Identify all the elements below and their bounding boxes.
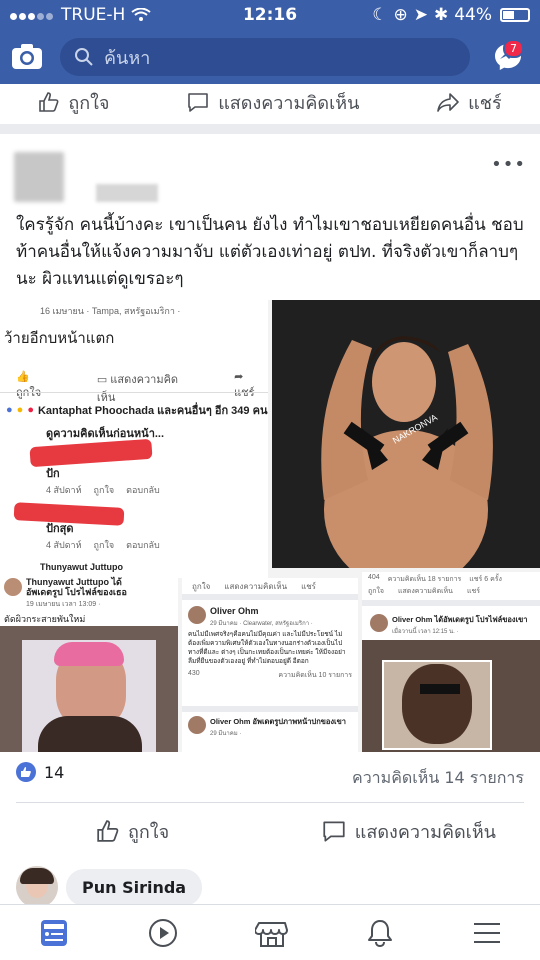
panel-comment-2: ปักสุด [46, 523, 74, 535]
comment-label: แสดงความคิดเห็น [354, 821, 496, 843]
panel-reacts: 430 [188, 670, 200, 677]
comment-item: Pun Sirinda [16, 866, 203, 908]
panel-text: คนไม่มีเพศจริงๆคือคนไม่มีคุณค่า และไม่มี… [188, 631, 346, 665]
panel-comment-2-meta: 4 สัปดาห์ ถูกใจ ตอบกลับ [46, 540, 160, 550]
commenter-avatar[interactable] [16, 866, 58, 908]
share-button[interactable]: แชร์ [436, 88, 502, 117]
signal-icon [10, 5, 55, 25]
like-button[interactable]: ถูกใจ [96, 817, 169, 846]
battery-label: 44% [454, 5, 492, 25]
panel-post-text: ว้ายอีกบหน้าแตก [4, 330, 115, 347]
battery-icon [500, 8, 530, 22]
bottom-tab-bar [0, 904, 540, 960]
comment-icon [323, 821, 345, 842]
reaction-summary[interactable]: 14 [16, 762, 64, 782]
post-header: ••• [0, 148, 540, 208]
panel-avatar [4, 578, 22, 596]
screenshot-post-panel: 16 เมษายน · Tampa, สหรัฐอเมริกา · ว้ายอี… [0, 300, 268, 578]
panel-name: Thunyawut Juttupo ได้อัพเดตรูป โปรไฟล์ขอ… [26, 577, 127, 597]
eye-censor-bar [420, 684, 460, 694]
oliver-profile-panel: 404 ความคิดเห็น 18 รายการ แชร์ 6 ครั้ง ถูก… [362, 572, 540, 752]
panel-avatar [370, 614, 388, 632]
panel-next-commenter: Thunyawut Juttupo [40, 562, 123, 572]
marketplace-icon[interactable] [254, 917, 289, 949]
panel-actions: ถูกใจ แสดงความคิดเห็น แชร์ [368, 588, 480, 595]
panel-actions: ถูกใจ แสดงความคิดเห็น แชร์ [192, 582, 316, 591]
feed-divider [0, 124, 540, 134]
news-feed-icon[interactable] [38, 917, 70, 949]
thumbs-up-icon [97, 820, 119, 842]
prev-post-actions: ถูกใจ แสดงความคิดเห็น แชร์ [0, 86, 540, 118]
bluetooth-icon: ✱ [433, 5, 449, 25]
divider [16, 802, 524, 803]
panel-name: Oliver Ohm ได้อัพเดตรูป โปรไฟล์ของเขา [392, 615, 528, 624]
menu-icon[interactable] [472, 919, 502, 947]
like-label: ถูกใจ [128, 821, 170, 843]
location-icon: ➤ [413, 5, 428, 25]
panel-comment-count: ความคิดเห็น 10 รายการ [278, 672, 352, 679]
like-reaction-icon [16, 762, 36, 782]
search-icon [75, 48, 93, 66]
watch-video-icon[interactable] [147, 917, 179, 949]
status-bar: TRUE-H 12:16 ☾ ⊕ ➤ ✱ 44% [0, 0, 540, 30]
comment-icon [188, 93, 208, 112]
profile-photo [362, 640, 540, 752]
panel-meta: เมื่อวานนี้ เวลา 12:15 น. · [392, 629, 459, 635]
lock-rotation-icon: ⊕ [393, 5, 408, 25]
profile-photo [0, 626, 178, 752]
comment-button[interactable]: แสดงความคิดเห็น [321, 817, 496, 846]
panel-stats: 404 ความคิดเห็น 18 รายการ แชร์ 6 ครั้ง [368, 574, 502, 583]
share-icon [437, 93, 459, 112]
top-bar: ค้นหา 7 [0, 30, 540, 84]
redaction-mark [29, 438, 153, 468]
panel-meta-2: 29 มีนาคม · [210, 731, 242, 737]
like-count: 14 [44, 762, 65, 782]
comment-button[interactable]: แสดงความคิดเห็น [186, 88, 359, 117]
author-name-blurred[interactable] [96, 184, 158, 202]
search-bar[interactable]: ค้นหา [60, 38, 470, 76]
panel-reactions: ● ● ● Kantaphat Phoochada และคนอื่นๆ อีก 3… [6, 404, 268, 417]
carrier-label: TRUE-H [61, 5, 126, 25]
author-avatar[interactable] [14, 152, 64, 202]
clock: 12:16 [242, 5, 298, 25]
panel-meta: 16 เมษายน · Tampa, สหรัฐอเมริกา · [40, 306, 181, 316]
thumbs-up-icon [39, 92, 59, 112]
messenger-badge: 7 [503, 39, 524, 58]
portrait-photo: NAKRONVA [272, 300, 540, 568]
panel-comment-1: ปัก [46, 468, 60, 480]
panel-avatar [188, 606, 206, 624]
panel-comment-1-meta: 4 สัปดาห์ ถูกใจ ตอบกลับ [46, 485, 160, 495]
panel-caption: ตัดผิวกระสายพันใหม่ [4, 614, 86, 624]
panel-meta: 29 มีนาคม · Clearwater, สหรัฐอเมริกา · [210, 621, 313, 627]
profile-update-panel-1: Thunyawut Juttupo ได้อัพเดตรูป โปรไฟล์ขอ… [0, 572, 178, 752]
panel-meta: 19 เมษายน เวลา 13:09 · [26, 601, 101, 608]
camera-icon[interactable] [10, 43, 44, 71]
share-label: แชร์ [468, 92, 502, 114]
panel-name: Oliver Ohm [210, 606, 259, 616]
moon-icon: ☾ [372, 5, 388, 25]
post-actions: ถูกใจ แสดงความคิดเห็น [0, 814, 540, 848]
wifi-icon [131, 8, 151, 21]
comment-label: แสดงความคิดเห็น [218, 92, 360, 114]
like-button[interactable]: ถูกใจ [38, 88, 109, 117]
comment-count[interactable]: ความคิดเห็น 14 รายการ [352, 766, 524, 791]
more-options-button[interactable]: ••• [491, 154, 526, 175]
oliver-post-panel: ถูกใจ แสดงความคิดเห็น แชร์ Oliver Ohm 29 ม… [182, 578, 358, 752]
comment-author[interactable]: Pun Sirinda [66, 868, 203, 906]
post-text: ใครรู้จัก คนนี้บ้างคะ เขาเป็นคน ยังไง ทำ… [16, 215, 524, 289]
search-placeholder: ค้นหา [104, 47, 151, 69]
messenger-button[interactable]: 7 [486, 35, 530, 79]
like-label: ถูกใจ [68, 92, 110, 114]
notifications-bell-icon[interactable] [365, 917, 395, 949]
panel-name-2: Oliver Ohm อัพเดตรูปภาพหน้าปกของเขา [210, 717, 346, 726]
post-image-collage[interactable]: 16 เมษายน · Tampa, สหรัฐอเมริกา · ว้ายอี… [0, 300, 540, 752]
